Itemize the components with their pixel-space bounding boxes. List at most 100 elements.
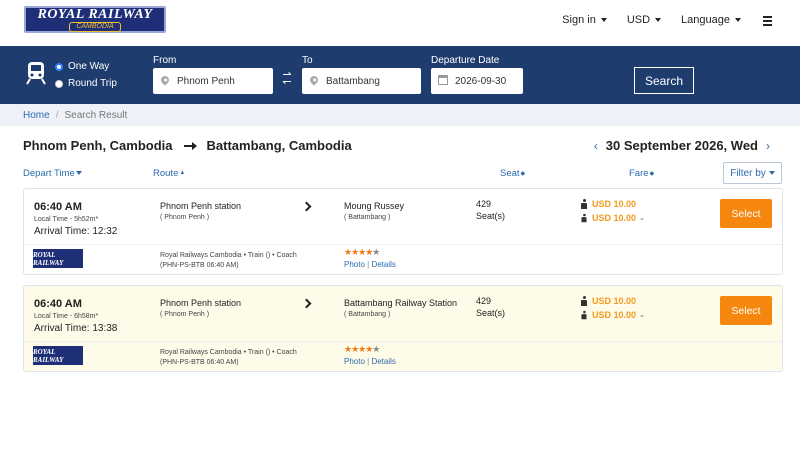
search-button[interactable]: Search xyxy=(634,67,694,94)
from-label: From xyxy=(153,55,177,66)
result-row: 06:40 AM Local Time - 5h52m* Arrival Tim… xyxy=(23,188,783,275)
details-link[interactable]: Details xyxy=(371,260,395,269)
depart-time: 06:40 AM xyxy=(34,298,82,310)
to-station: Moung Russey xyxy=(344,201,405,211)
operator-line-1: Royal Railways Cambodia • Train () • Coa… xyxy=(160,252,297,259)
row-links: Photo | Details xyxy=(344,260,396,269)
chevron-down-icon xyxy=(600,18,607,22)
trip-one-way-radio[interactable]: One Way xyxy=(55,61,109,72)
photo-link[interactable]: Photo xyxy=(344,357,365,366)
row-links: Photo | Details xyxy=(344,357,396,366)
from-city: ( Phnom Penh ) xyxy=(160,311,210,318)
operator-line-1: Royal Railways Cambodia • Train () • Coa… xyxy=(160,349,297,356)
to-city: ( Battambang ) xyxy=(344,214,391,221)
current-date: 30 September 2026, Wed xyxy=(605,138,758,153)
operator-logo: ROYAL RAILWAY xyxy=(33,249,83,268)
adult-person-icon xyxy=(580,296,588,306)
from-input[interactable]: Phnom Penh xyxy=(153,68,273,94)
to-station: Battambang Railway Station xyxy=(344,298,458,308)
star-empty-icon: ★ xyxy=(372,344,380,354)
language-menu[interactable]: Language xyxy=(681,14,741,26)
from-station: Phnom Penh station xyxy=(160,298,242,308)
route-from: Phnom Penh, Cambodia xyxy=(23,138,173,153)
to-input[interactable]: Battambang xyxy=(302,68,421,94)
next-date-icon[interactable]: › xyxy=(766,139,770,153)
chevron-down-icon: ⌄ xyxy=(639,215,645,222)
fare-child[interactable]: USD 10.00 ⌄ xyxy=(580,310,645,320)
depart-time: 06:40 AM xyxy=(34,201,82,213)
breadcrumb: Home / Search Result xyxy=(0,104,800,126)
trip-round-radio[interactable]: Round Trip xyxy=(55,78,117,89)
operator-logo-text: ROYAL RAILWAY xyxy=(33,347,64,364)
chevron-down-icon xyxy=(655,18,662,22)
prev-date-icon[interactable]: ‹ xyxy=(594,139,598,153)
star-empty-icon: ★ xyxy=(372,247,380,257)
royal-railway-logo[interactable]: ROYAL RAILWAY CAMBODIA xyxy=(24,6,166,33)
date-navigator: ‹ 30 September 2026, Wed › xyxy=(586,138,778,153)
to-label: To xyxy=(302,55,313,66)
calendar-icon xyxy=(438,75,448,85)
language-label: Language xyxy=(681,14,730,26)
child-person-icon xyxy=(581,310,588,320)
swap-icon[interactable]: ⇀ ↽ xyxy=(280,70,294,88)
select-button[interactable]: Select xyxy=(720,296,772,325)
operator-logo-text: ROYAL RAILWAY xyxy=(33,250,64,267)
from-city: ( Phnom Penh ) xyxy=(160,214,210,221)
route-to: Battambang, Cambodia xyxy=(206,138,352,153)
fare-child[interactable]: USD 10.00 ⌄ xyxy=(580,213,645,223)
rating-stars: ★★★★★ xyxy=(344,344,380,355)
select-button[interactable]: Select xyxy=(720,199,772,228)
location-pin-icon xyxy=(159,74,171,86)
chevron-down-icon xyxy=(735,18,741,22)
child-person-icon xyxy=(581,213,588,223)
from-value: Phnom Penh xyxy=(177,75,235,87)
to-value: Battambang xyxy=(326,75,380,87)
logo-subtext: CAMBODIA xyxy=(69,21,121,32)
operator-info: Royal Railways Cambodia • Train () • Coa… xyxy=(160,251,297,271)
departure-date-input[interactable]: 2026-09-30 xyxy=(431,68,523,94)
sort-depart-time[interactable]: Depart Time xyxy=(23,168,82,179)
fare-child-value: USD 10.00 xyxy=(592,213,637,223)
breadcrumb-separator: / xyxy=(55,109,59,121)
chevron-down-icon: ⌄ xyxy=(639,312,645,319)
fare-adult: USD 10.00 xyxy=(580,296,636,306)
sort-icon: ◆ xyxy=(520,170,526,177)
location-pin-icon xyxy=(308,74,320,86)
row-divider xyxy=(24,244,782,245)
breadcrumb-home[interactable]: Home xyxy=(23,110,50,121)
arrow-right-icon xyxy=(183,141,197,150)
operator-logo: ROYAL RAILWAY xyxy=(33,346,83,365)
date-label: Departure Date xyxy=(431,55,500,66)
trip-round-label: Round Trip xyxy=(68,78,117,89)
result-row: 06:40 AM Local Time - 6h58m* Arrival Tim… xyxy=(23,285,783,372)
sort-seat-label: Seat xyxy=(500,168,520,179)
top-bar: ROYAL RAILWAY CAMBODIA Sign in USD Langu… xyxy=(0,0,800,46)
currency-menu[interactable]: USD xyxy=(627,14,662,26)
filter-by-button[interactable]: Filter by xyxy=(723,162,782,184)
photo-link[interactable]: Photo xyxy=(344,260,365,269)
sort-route-label: Route xyxy=(153,168,179,179)
arrival-time: Arrival Time: 12:32 xyxy=(34,226,118,237)
sort-icon: ◆ xyxy=(649,170,655,177)
row-divider xyxy=(24,341,782,342)
fare-adult-value: USD 10.00 xyxy=(592,296,637,306)
sort-fare[interactable]: Fare◆ xyxy=(629,168,654,179)
sort-route[interactable]: Route▲ xyxy=(153,168,185,179)
search-panel: One Way Round Trip From Phnom Penh ⇀ ↽ To… xyxy=(0,46,800,104)
sort-icon: ▲ xyxy=(179,170,186,177)
breadcrumb-current: Search Result xyxy=(64,109,128,121)
seat-count: 429 xyxy=(476,296,492,306)
trip-one-way-label: One Way xyxy=(68,61,110,72)
logo-text: ROYAL RAILWAY xyxy=(37,6,153,22)
signin-menu[interactable]: Sign in xyxy=(562,14,607,26)
sort-seat[interactable]: Seat◆ xyxy=(500,168,525,179)
hamburger-menu-icon[interactable] xyxy=(763,16,772,26)
adult-person-icon xyxy=(580,199,588,209)
sort-depart-label: Depart Time xyxy=(23,168,75,179)
chevron-right-icon xyxy=(301,201,312,212)
operator-line-2: (PHN-PS-BTB 06:40 AM) xyxy=(160,262,239,269)
radio-unchecked-icon xyxy=(55,79,63,88)
chevron-down-icon xyxy=(768,171,775,175)
operator-line-2: (PHN-PS-BTB 06:40 AM) xyxy=(160,359,239,366)
details-link[interactable]: Details xyxy=(371,357,395,366)
